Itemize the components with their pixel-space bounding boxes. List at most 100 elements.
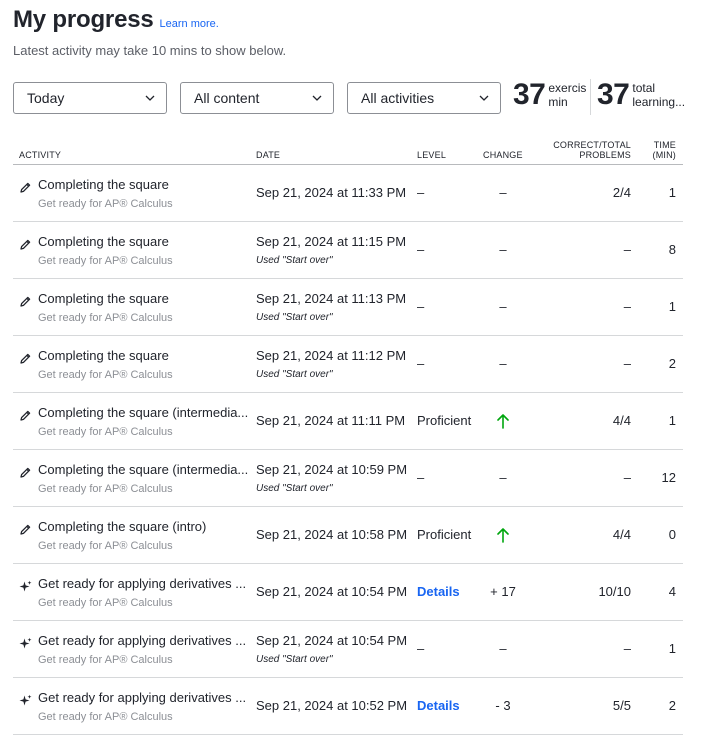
total-learning-label: total learning...	[632, 81, 684, 109]
content-select-value: All content	[194, 90, 260, 106]
start-over-note: Used "Start over"	[256, 369, 333, 380]
correct-total: –	[623, 470, 631, 485]
chevron-down-icon	[479, 95, 489, 101]
header-correct: CORRECT/TOTAL PROBLEMS	[553, 140, 631, 160]
activity-title[interactable]: Completing the square (intermedia...	[38, 462, 248, 477]
table-row: Completing the square (intro) Get ready f…	[13, 507, 683, 564]
activity-title[interactable]: Completing the square	[38, 348, 169, 363]
time-minutes: 8	[668, 242, 676, 257]
page-header: My progress Learn more.	[13, 6, 219, 34]
table-row: Completing the square (intermedia... Get …	[13, 450, 683, 507]
total-learning-stat: 37 total learning...	[597, 78, 684, 112]
period-select[interactable]: Today	[13, 82, 167, 114]
learn-more-link[interactable]: Learn more.	[160, 18, 219, 30]
activity-title[interactable]: Completing the square (intermedia...	[38, 405, 248, 420]
activity-table: ACTIVITY DATE LEVEL CHANGE CORRECT/TOTAL…	[13, 134, 683, 735]
correct-total: –	[623, 242, 631, 257]
activity-date: Sep 21, 2024 at 11:12 PM	[256, 348, 407, 363]
table-row: Get ready for applying derivatives ... Ge…	[13, 564, 683, 621]
activity-date: Sep 21, 2024 at 11:11 PM	[256, 413, 406, 428]
activity-change: –	[499, 242, 507, 257]
details-link[interactable]: Details	[417, 698, 460, 713]
table-row: Completing the square Get ready for AP® C…	[13, 336, 683, 393]
activity-level: Proficient	[417, 527, 472, 542]
activity-title[interactable]: Get ready for applying derivatives ...	[38, 633, 246, 648]
activity-course: Get ready for AP® Calculus	[38, 369, 173, 381]
activity-course: Get ready for AP® Calculus	[38, 312, 173, 324]
table-row: Completing the square Get ready for AP® C…	[13, 165, 683, 222]
correct-total: –	[623, 299, 631, 314]
header-change: CHANGE	[483, 150, 523, 160]
activity-course: Get ready for AP® Calculus	[38, 483, 173, 495]
activity-date: Sep 21, 2024 at 10:52 PM	[256, 698, 408, 713]
activity-level: –	[417, 641, 425, 656]
content-select[interactable]: All content	[180, 82, 334, 114]
up-arrow-icon	[497, 414, 509, 429]
chevron-down-icon	[312, 95, 322, 101]
activities-select[interactable]: All activities	[347, 82, 501, 114]
start-over-note: Used "Start over"	[256, 483, 333, 494]
correct-total: 2/4	[612, 185, 631, 200]
activity-title[interactable]: Completing the square	[38, 177, 169, 192]
filter-bar: Today All content All activities	[13, 82, 514, 114]
start-over-note: Used "Start over"	[256, 255, 333, 266]
table-row: Completing the square Get ready for AP® C…	[13, 222, 683, 279]
activity-course: Get ready for AP® Calculus	[38, 198, 173, 210]
activity-change: –	[499, 641, 507, 656]
time-minutes: 1	[668, 641, 676, 656]
header-time-line2: (MIN)	[652, 150, 676, 160]
time-minutes: 2	[668, 698, 676, 713]
up-arrow-icon	[497, 528, 509, 543]
activity-level: Proficient	[417, 413, 472, 428]
activity-course: Get ready for AP® Calculus	[38, 711, 173, 723]
activity-course: Get ready for AP® Calculus	[38, 540, 173, 552]
exercise-minutes-label-line2: min	[548, 95, 568, 109]
sparkle-icon	[19, 637, 32, 650]
table-row: Completing the square (intermedia... Get …	[13, 393, 683, 450]
activity-change: –	[499, 299, 507, 314]
exercise-minutes-value: 37	[513, 78, 546, 111]
activity-course: Get ready for AP® Calculus	[38, 597, 173, 609]
activity-level: –	[417, 242, 425, 257]
correct-total: 5/5	[612, 698, 631, 713]
time-minutes: 2	[668, 356, 676, 371]
activity-change: –	[499, 185, 507, 200]
activity-title[interactable]: Completing the square	[38, 234, 169, 249]
time-minutes: 0	[668, 527, 676, 542]
time-minutes: 4	[668, 584, 676, 599]
activity-date: Sep 21, 2024 at 11:15 PM	[256, 234, 407, 249]
table-row: Get ready for applying derivatives ... Ge…	[13, 621, 683, 678]
activity-change: –	[499, 356, 507, 371]
activity-date: Sep 21, 2024 at 11:13 PM	[256, 291, 407, 306]
pencil-icon	[19, 409, 32, 422]
activity-date: Sep 21, 2024 at 10:59 PM	[256, 462, 408, 477]
activity-title[interactable]: Get ready for applying derivatives ...	[38, 690, 246, 705]
activity-level: –	[417, 356, 425, 371]
header-correct-line2: PROBLEMS	[579, 150, 631, 160]
pencil-icon	[19, 181, 32, 194]
activity-title[interactable]: Get ready for applying derivatives ...	[38, 576, 246, 591]
correct-total: 10/10	[598, 584, 631, 599]
time-minutes: 1	[668, 413, 676, 428]
correct-total: –	[623, 641, 631, 656]
activity-change: –	[499, 470, 507, 485]
page-subtitle: Latest activity may take 10 mins to show…	[13, 43, 287, 58]
activity-level: –	[417, 299, 425, 314]
pencil-icon	[19, 523, 32, 536]
activity-date: Sep 21, 2024 at 11:33 PM	[256, 185, 407, 200]
activity-title[interactable]: Completing the square (intro)	[38, 519, 206, 534]
stat-divider	[590, 79, 591, 115]
header-time: TIME (MIN)	[653, 140, 677, 160]
total-learning-label-line1: total	[632, 81, 656, 95]
chevron-down-icon	[145, 95, 155, 101]
activity-change: + 17	[490, 584, 516, 599]
header-date: DATE	[256, 150, 281, 160]
correct-total: –	[623, 356, 631, 371]
activity-level: –	[417, 470, 425, 485]
exercise-minutes-stat: 37 exercis min	[513, 78, 600, 112]
table-body: Completing the square Get ready for AP® C…	[13, 165, 683, 735]
details-link[interactable]: Details	[417, 584, 460, 599]
start-over-note: Used "Start over"	[256, 654, 333, 665]
activity-title[interactable]: Completing the square	[38, 291, 169, 306]
activity-course: Get ready for AP® Calculus	[38, 426, 173, 438]
